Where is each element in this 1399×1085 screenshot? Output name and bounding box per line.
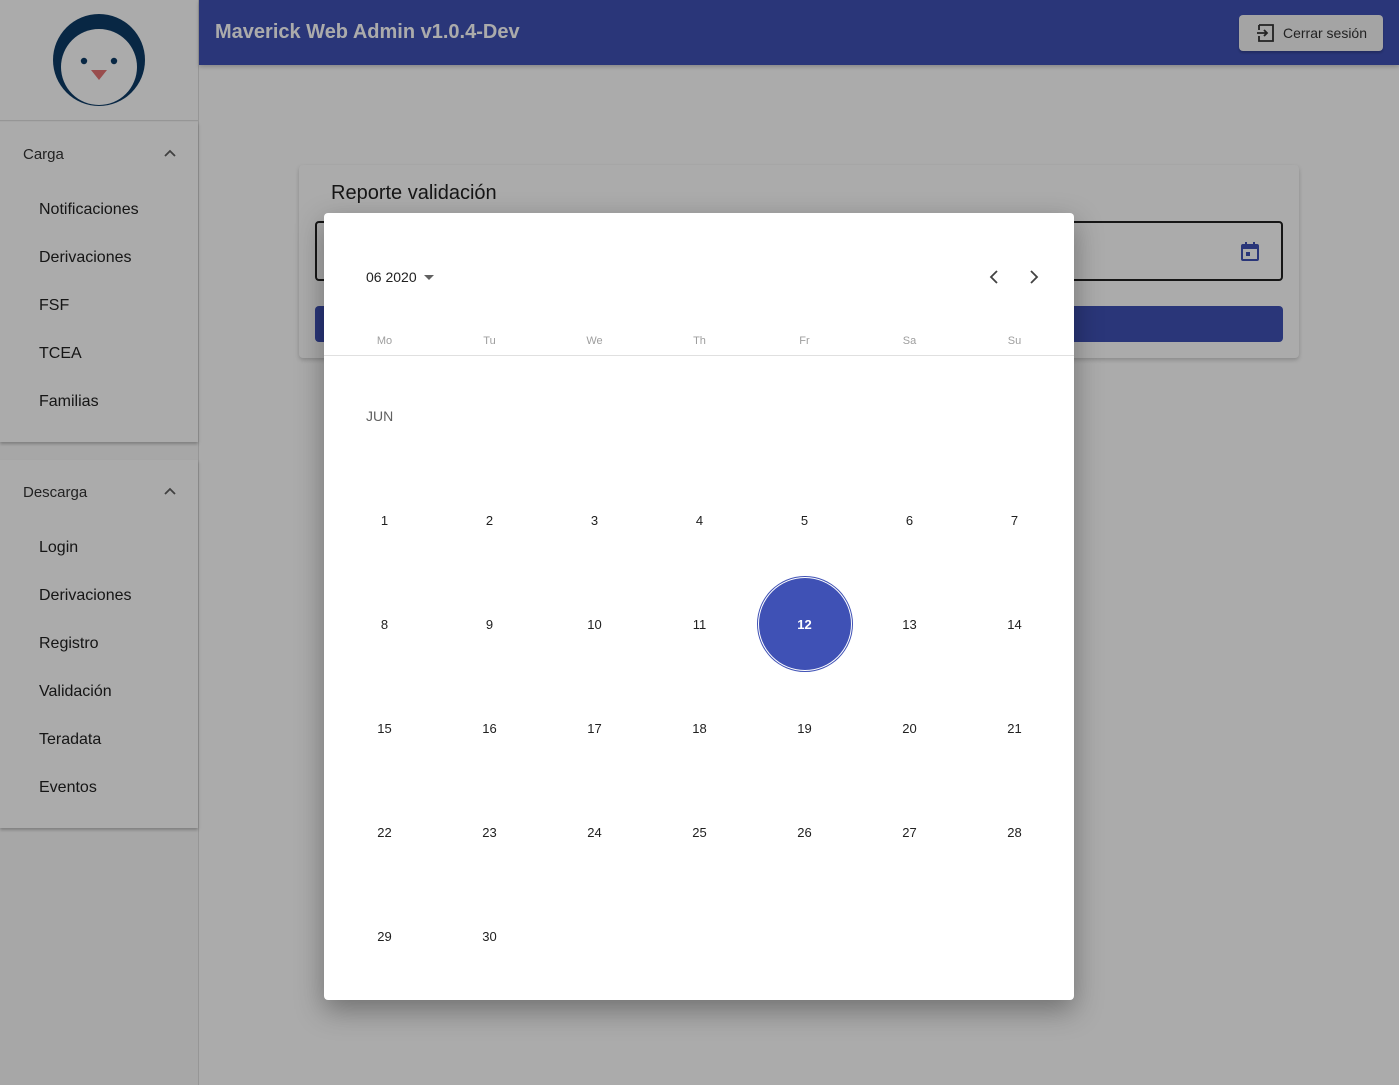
arrow-drop-down-icon bbox=[423, 275, 434, 280]
day-number: 16 bbox=[482, 720, 497, 736]
calendar-day[interactable]: 2 bbox=[437, 468, 542, 572]
calendar-day[interactable]: 20 bbox=[857, 676, 962, 780]
day-number: 21 bbox=[1007, 720, 1022, 736]
weekday-label: Fr bbox=[799, 335, 810, 347]
calendar-day[interactable]: 19 bbox=[752, 676, 857, 780]
weekday-label: Sa bbox=[902, 335, 917, 347]
previous-month-button[interactable] bbox=[982, 263, 1006, 291]
calendar-day[interactable]: 18 bbox=[647, 676, 752, 780]
month-navigation bbox=[982, 263, 1046, 291]
weekday-label: Tu bbox=[483, 335, 496, 347]
calendar-day[interactable]: 9 bbox=[437, 572, 542, 676]
day-number: 10 bbox=[587, 616, 602, 632]
calendar-day[interactable]: 23 bbox=[437, 780, 542, 884]
day-number: 15 bbox=[377, 720, 392, 736]
calendar-week: 29 30 bbox=[332, 884, 1067, 988]
day-number: 9 bbox=[485, 616, 494, 632]
datepicker-dialog: 06 2020 Mo Tu We Th Fr Sa Su JUN 1234567… bbox=[324, 213, 1074, 1000]
calendar-week: 8 9 10 11 12 13 14 bbox=[332, 572, 1067, 676]
calendar-week: 1 2 3 4 5 6 7 bbox=[332, 468, 1067, 572]
calendar-empty-cell bbox=[752, 884, 857, 988]
calendar-day[interactable]: 8 bbox=[332, 572, 437, 676]
day-number: 26 bbox=[797, 824, 812, 840]
day-number: 19 bbox=[797, 720, 812, 736]
day-number: 18 bbox=[692, 720, 707, 736]
calendar-day[interactable]: 17 bbox=[542, 676, 647, 780]
day-number: 30 bbox=[482, 928, 497, 944]
day-number: 2 bbox=[485, 512, 494, 528]
calendar-day[interactable]: 24 bbox=[542, 780, 647, 884]
weekday-label: Mo bbox=[376, 335, 393, 347]
day-number: 17 bbox=[587, 720, 602, 736]
day-number: 1 bbox=[380, 512, 389, 528]
chevron-right-icon bbox=[1030, 270, 1039, 284]
next-month-button[interactable] bbox=[1022, 263, 1046, 291]
weekday-label: We bbox=[586, 335, 603, 347]
calendar-day[interactable]: 21 bbox=[962, 676, 1067, 780]
calendar-week: 15 16 17 18 19 20 21 bbox=[332, 676, 1067, 780]
calendar-empty-cell bbox=[857, 884, 962, 988]
calendar-day[interactable]: 27 bbox=[857, 780, 962, 884]
day-number: 28 bbox=[1007, 824, 1022, 840]
day-number: 11 bbox=[692, 616, 707, 632]
month-label: JUN bbox=[366, 408, 394, 424]
calendar-day[interactable]: 3 bbox=[542, 468, 647, 572]
month-year-selector[interactable]: 06 2020 bbox=[366, 269, 435, 285]
calendar-day[interactable]: 7 bbox=[962, 468, 1067, 572]
day-number: 14 bbox=[1007, 616, 1022, 632]
calendar-day[interactable]: 26 bbox=[752, 780, 857, 884]
calendar-day[interactable]: 15 bbox=[332, 676, 437, 780]
calendar-day[interactable]: 30 bbox=[437, 884, 542, 988]
calendar-day[interactable]: 16 bbox=[437, 676, 542, 780]
day-number: 29 bbox=[377, 928, 392, 944]
weekday-label: Su bbox=[1007, 335, 1022, 347]
calendar-day[interactable]: 5 bbox=[752, 468, 857, 572]
calendar-grid: 1 2 3 4 5 6 7 8 9 10 11 12 13 14 15 16 17 18 19 20 21 22 23 24 2… bbox=[332, 468, 1067, 988]
day-number: 22 bbox=[377, 824, 392, 840]
calendar-day[interactable]: 11 bbox=[647, 572, 752, 676]
day-number: 20 bbox=[902, 720, 917, 736]
day-number: 5 bbox=[800, 512, 809, 528]
day-number: 8 bbox=[380, 616, 389, 632]
chevron-left-icon bbox=[989, 270, 998, 284]
day-number: 25 bbox=[692, 824, 707, 840]
calendar-day[interactable]: 12 bbox=[752, 572, 857, 676]
calendar-week: 22 23 24 25 26 27 28 bbox=[332, 780, 1067, 884]
day-number: 6 bbox=[905, 512, 914, 528]
calendar-day[interactable]: 25 bbox=[647, 780, 752, 884]
calendar-day[interactable]: 28 bbox=[962, 780, 1067, 884]
calendar-day[interactable]: 6 bbox=[857, 468, 962, 572]
day-number: 7 bbox=[1010, 512, 1019, 528]
calendar-day[interactable]: 4 bbox=[647, 468, 752, 572]
day-number: 27 bbox=[902, 824, 917, 840]
calendar-day[interactable]: 29 bbox=[332, 884, 437, 988]
day-number: 13 bbox=[902, 616, 917, 632]
calendar-empty-cell bbox=[647, 884, 752, 988]
calendar-day[interactable]: 13 bbox=[857, 572, 962, 676]
selected-day: 12 bbox=[758, 578, 851, 670]
calendar-day[interactable]: 14 bbox=[962, 572, 1067, 676]
day-number: 4 bbox=[695, 512, 704, 528]
day-number: 24 bbox=[587, 824, 602, 840]
month-year-label: 06 2020 bbox=[366, 269, 417, 285]
day-number: 3 bbox=[590, 512, 599, 528]
calendar-empty-cell bbox=[542, 884, 647, 988]
calendar-day[interactable]: 10 bbox=[542, 572, 647, 676]
weekday-label: Th bbox=[693, 335, 706, 347]
calendar-day[interactable]: 1 bbox=[332, 468, 437, 572]
weekday-header: Mo Tu We Th Fr Sa Su bbox=[324, 334, 1074, 356]
day-number: 23 bbox=[482, 824, 497, 840]
calendar-day[interactable]: 22 bbox=[332, 780, 437, 884]
calendar-empty-cell bbox=[962, 884, 1067, 988]
